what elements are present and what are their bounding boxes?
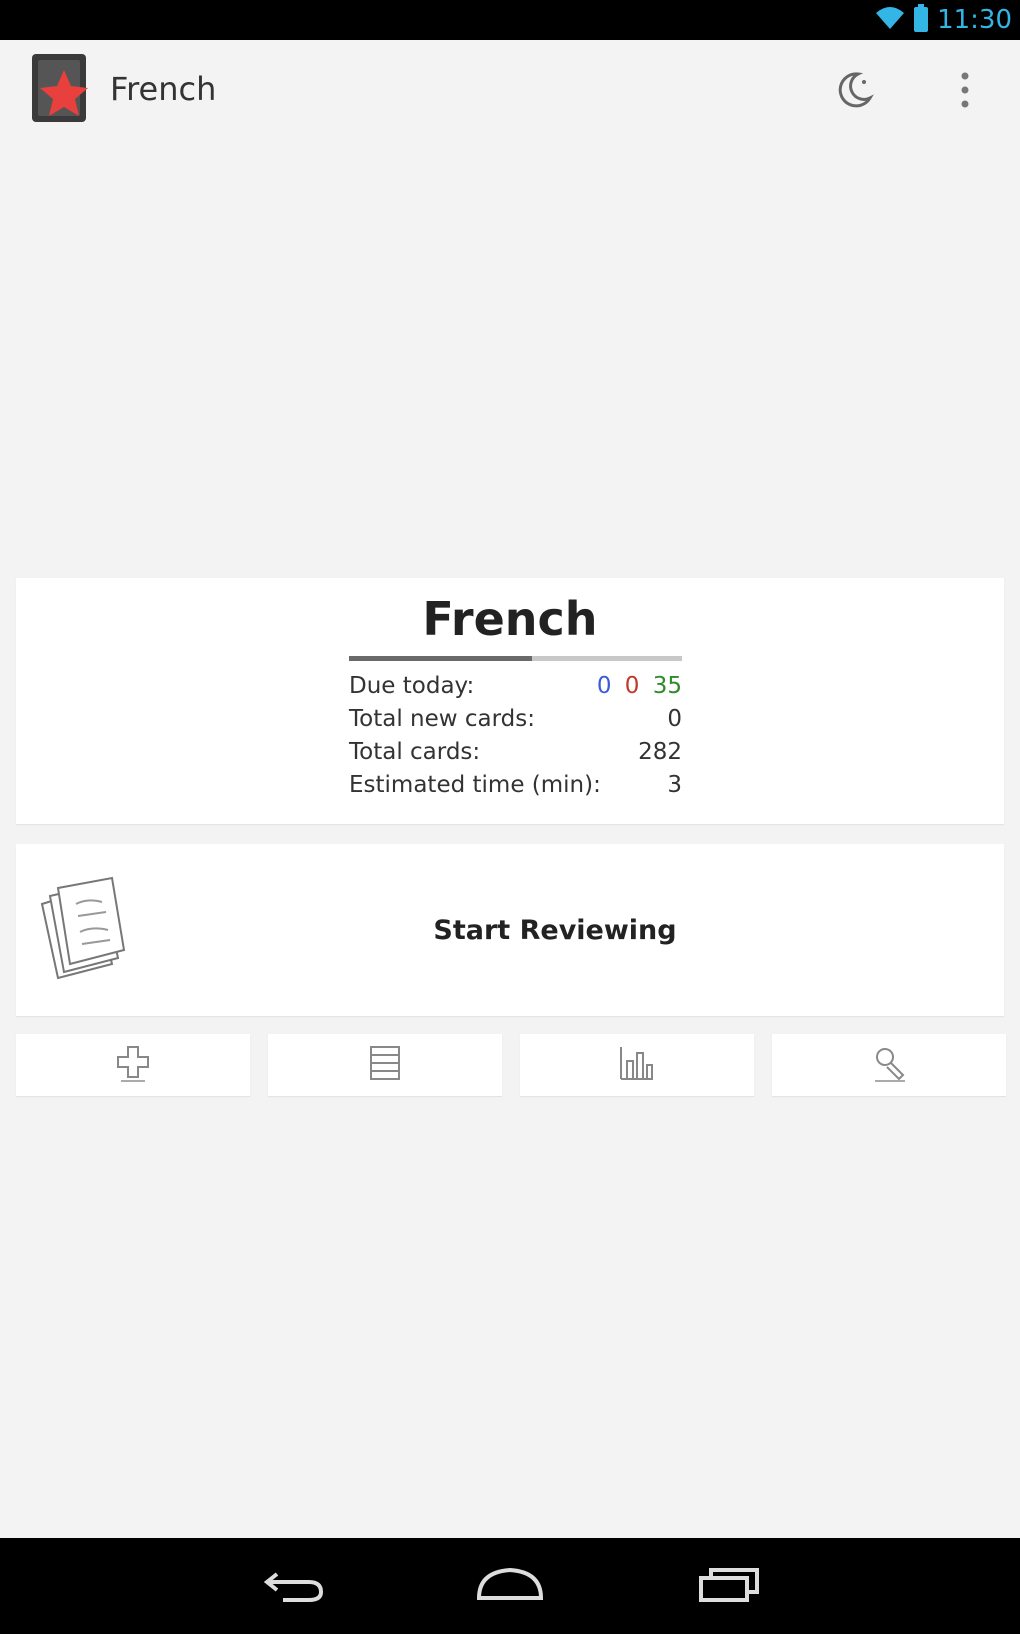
action-bar: French bbox=[0, 40, 1020, 144]
start-reviewing-button[interactable]: Start Reviewing bbox=[16, 844, 1004, 1016]
stat-label: Due today: bbox=[349, 673, 475, 699]
recent-apps-icon bbox=[697, 1564, 761, 1608]
navigation-bar bbox=[0, 1538, 1020, 1634]
stat-label: Estimated time (min): bbox=[349, 772, 601, 798]
deck-options-icon bbox=[869, 1043, 909, 1087]
home-button[interactable] bbox=[455, 1552, 565, 1620]
home-icon bbox=[475, 1564, 545, 1608]
due-review-count: 35 bbox=[652, 673, 682, 699]
due-learning-count: 0 bbox=[624, 673, 640, 699]
overflow-menu-icon bbox=[960, 71, 970, 113]
anki-star-icon[interactable] bbox=[30, 50, 92, 126]
recent-apps-button[interactable] bbox=[674, 1552, 784, 1620]
stat-row-estimated-time: Estimated time (min): 3 bbox=[349, 769, 682, 802]
deck-title: French bbox=[422, 592, 598, 646]
screen: 11:30 French French Due today: 0 0 35 To… bbox=[0, 0, 1020, 1634]
stat-label: Total cards: bbox=[349, 739, 481, 765]
deck-info-card: French Due today: 0 0 35 Total new cards… bbox=[16, 578, 1004, 824]
night-mode-button[interactable] bbox=[826, 64, 882, 120]
statistics-icon bbox=[617, 1043, 657, 1087]
stat-row-total-cards: Total cards: 282 bbox=[349, 736, 682, 769]
card-browser-button[interactable] bbox=[268, 1034, 502, 1096]
due-counts: 0 0 35 bbox=[591, 670, 682, 703]
app-title: French bbox=[110, 70, 217, 108]
status-icons: 11:30 bbox=[875, 4, 1012, 36]
add-card-button[interactable] bbox=[16, 1034, 250, 1096]
stat-label: Total new cards: bbox=[349, 706, 535, 732]
status-time: 11:30 bbox=[937, 5, 1012, 35]
deck-progress-fill bbox=[349, 656, 533, 661]
stat-row-due-today: Due today: 0 0 35 bbox=[349, 670, 682, 703]
stat-value: 282 bbox=[638, 739, 682, 765]
card-browser-icon bbox=[365, 1043, 405, 1087]
battery-icon bbox=[913, 4, 929, 36]
add-card-icon bbox=[113, 1043, 153, 1087]
deck-progress-bar bbox=[349, 656, 682, 661]
back-icon bbox=[263, 1564, 327, 1608]
status-bar: 11:30 bbox=[0, 0, 1020, 40]
stat-value: 3 bbox=[667, 772, 682, 798]
back-button[interactable] bbox=[240, 1552, 350, 1620]
deck-stats: Due today: 0 0 35 Total new cards: 0 Tot… bbox=[349, 670, 682, 802]
wifi-icon bbox=[875, 5, 905, 35]
stat-row-total-new: Total new cards: 0 bbox=[349, 703, 682, 736]
overflow-menu-button[interactable] bbox=[940, 64, 990, 120]
deck-options-button[interactable] bbox=[772, 1034, 1006, 1096]
statistics-button[interactable] bbox=[520, 1034, 754, 1096]
moon-icon bbox=[834, 70, 874, 114]
start-reviewing-label: Start Reviewing bbox=[433, 914, 677, 946]
due-new-count: 0 bbox=[596, 673, 612, 699]
stat-value: 0 bbox=[667, 706, 682, 732]
